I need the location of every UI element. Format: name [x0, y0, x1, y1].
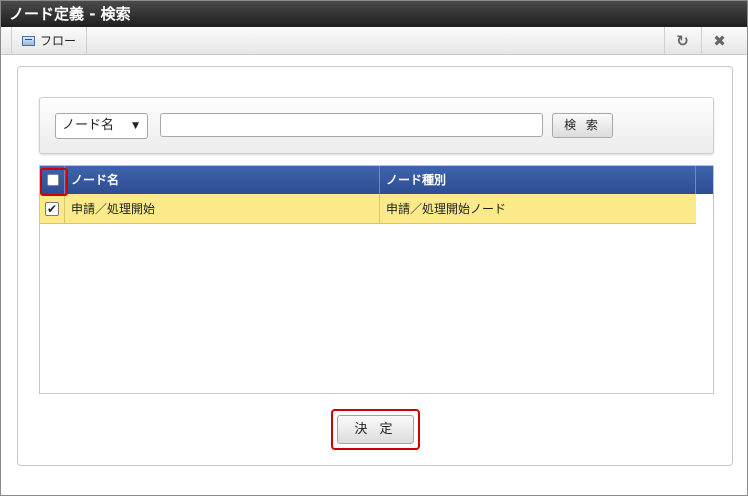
flow-tab[interactable]: フロー — [11, 27, 88, 54]
close-icon: ✖ — [713, 31, 726, 50]
caret-down-icon: ▼ — [132, 121, 139, 131]
results-table: ノード名 ノード種別 ✔ 申請／処理開始 申請／処理開始ノード — [39, 165, 714, 394]
content-panel: ノード名 ▼ 検 索 ノード名 ノード種別 ✔ 申請／処理開始 申請／処理開始ノ… — [17, 66, 733, 466]
decide-highlight: 決 定 — [331, 409, 420, 450]
row-checkbox-cell: ✔ — [40, 194, 65, 224]
cell-node-name: 申請／処理開始 — [65, 194, 380, 224]
table-header: ノード名 ノード種別 — [40, 166, 713, 194]
refresh-icon: ↻ — [676, 31, 689, 50]
column-header-spacer — [696, 166, 713, 194]
search-area: ノード名 ▼ 検 索 — [39, 97, 714, 154]
search-field-select-value: ノード名 — [62, 118, 115, 133]
toolbar: フロー ↻ ✖ — [1, 27, 747, 55]
window-title: ノード定義 - 検索 — [1, 1, 747, 27]
column-header-node-type[interactable]: ノード種別 — [380, 166, 696, 194]
decide-button[interactable]: 決 定 — [337, 415, 414, 444]
refresh-button[interactable]: ↻ — [664, 27, 700, 54]
flow-icon — [22, 35, 35, 46]
search-button[interactable]: 検 索 — [552, 113, 613, 138]
flow-tab-label: フロー — [40, 34, 77, 48]
row-checkbox[interactable]: ✔ — [45, 202, 59, 216]
checkbox-highlight — [40, 168, 68, 196]
cell-node-type: 申請／処理開始ノード — [386, 202, 507, 216]
search-field-select[interactable]: ノード名 ▼ — [55, 113, 148, 139]
table-row[interactable]: ✔ 申請／処理開始 申請／処理開始ノード — [40, 194, 696, 224]
search-input[interactable] — [160, 113, 543, 137]
close-button[interactable]: ✖ — [701, 27, 737, 54]
dialog-window: ノード定義 - 検索 フロー ↻ ✖ ノード名 ▼ 検 索 ノード名 ノード種別… — [0, 0, 748, 496]
column-header-node-name[interactable]: ノード名 — [65, 166, 380, 194]
